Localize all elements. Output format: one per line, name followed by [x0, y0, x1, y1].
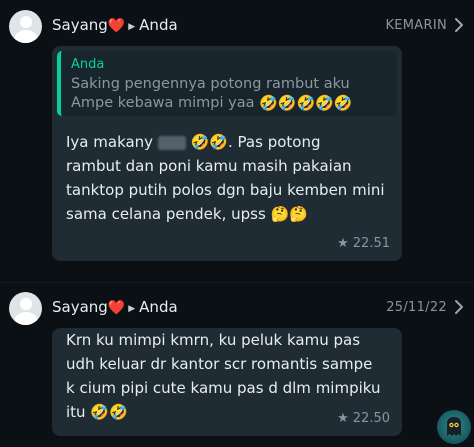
message-line: tanktop putih polos dgn baju kemben mini	[66, 181, 385, 199]
message-line: Krn ku mimpi kmrn, ku peluk kamu pas	[66, 331, 361, 349]
divider	[0, 282, 474, 283]
recipient-name: Anda	[139, 16, 178, 34]
chevron-right-icon[interactable]	[452, 17, 466, 33]
quote-line: Saking pengennya potong rambut aku	[71, 76, 350, 92]
laugh-emoji: 🤣	[90, 403, 110, 421]
message-text: Krn ku mimpi kmrn, ku peluk kamu pas udh…	[66, 319, 381, 424]
message-bubble-2[interactable]: Krn ku mimpi kmrn, ku peluk kamu pas udh…	[52, 328, 402, 436]
quote-line-with-emoji: Ampe kebawa mimpi yaa 🤣🤣🤣🤣🤣	[71, 94, 371, 113]
laugh-emoji: 🤣	[209, 133, 229, 151]
laugh-emoji: 🤣	[190, 133, 210, 151]
laugh-emoji: 🤣	[315, 93, 334, 112]
avatar[interactable]	[9, 10, 42, 43]
laugh-emoji: 🤣	[296, 93, 316, 112]
quoted-reply[interactable]: Anda Saking pengennya potong rambut aku …	[57, 51, 397, 116]
message-line-text: . Pas potong	[228, 133, 321, 151]
ghost-icon	[447, 417, 461, 436]
laugh-emoji: 🤣	[259, 93, 278, 112]
avatar-shoulders-shape	[13, 312, 38, 325]
message-bubble-1[interactable]: Anda Saking pengennya potong rambut aku …	[52, 46, 402, 261]
quote-line-text: Ampe kebawa mimpi yaa	[71, 95, 255, 111]
heart-emoji: ❤️	[107, 18, 126, 34]
message-line: rambut dan poni kamu masih pakaian	[66, 157, 352, 175]
star-icon: ★	[337, 236, 349, 251]
sender-recipient-line: Sayang❤️ ▶ Anda	[52, 298, 178, 316]
thinking-emoji: 🤔	[270, 205, 290, 223]
chevron-right-icon[interactable]	[452, 299, 466, 315]
redacted-word	[157, 135, 186, 150]
message-meta: ★ 22.51	[337, 236, 390, 251]
message-line: sama celana pendek, upss 🤔🤔	[66, 202, 385, 226]
message-line: itu 🤣🤣	[66, 400, 381, 424]
laugh-emoji: 🤣	[333, 93, 353, 112]
star-icon: ★	[337, 411, 349, 426]
message-date: KEMARIN	[385, 18, 447, 33]
message-time: 22.51	[352, 236, 390, 251]
thinking-emoji: 🤔	[289, 205, 308, 223]
avatar-head-shape	[19, 16, 32, 28]
message-line-text: Iya makany	[66, 133, 154, 151]
message-header-1[interactable]: Sayang❤️ ▶ Anda KEMARIN	[0, 8, 474, 44]
laugh-emoji: 🤣	[277, 93, 297, 112]
quote-text: Saking pengennya potong rambut aku Ampe …	[71, 75, 371, 113]
message-line: Iya makany 🤣🤣. Pas potong	[66, 130, 385, 154]
sender-name: Sayang	[52, 16, 108, 34]
avatar-shoulders-shape	[13, 30, 38, 43]
quote-author: Anda	[71, 57, 105, 72]
sender-name: Sayang	[52, 298, 108, 316]
avatar[interactable]	[9, 292, 42, 325]
message-time: 22.50	[352, 411, 390, 426]
message-line: udh keluar dr kantor scr romantis sampe	[66, 355, 373, 373]
message-text: Iya makany 🤣🤣. Pas potong rambut dan pon…	[66, 130, 385, 226]
heart-emoji: ❤️	[107, 300, 126, 316]
meta-ai-button[interactable]	[437, 410, 471, 444]
forward-arrow-icon: ▶	[128, 22, 136, 32]
message-meta: ★ 22.50	[337, 411, 390, 426]
message-line-text: itu	[66, 403, 86, 421]
message-line-text: sama celana pendek, upss	[66, 205, 266, 223]
forward-arrow-icon: ▶	[128, 304, 136, 314]
sender-recipient-line: Sayang❤️ ▶ Anda	[52, 16, 178, 34]
laugh-emoji: 🤣	[109, 403, 128, 421]
message-line: k cium pipi cute kamu pas d dlm mimpiku	[66, 379, 381, 397]
recipient-name: Anda	[139, 298, 178, 316]
avatar-head-shape	[19, 298, 32, 310]
message-date: 25/11/22	[386, 300, 447, 315]
